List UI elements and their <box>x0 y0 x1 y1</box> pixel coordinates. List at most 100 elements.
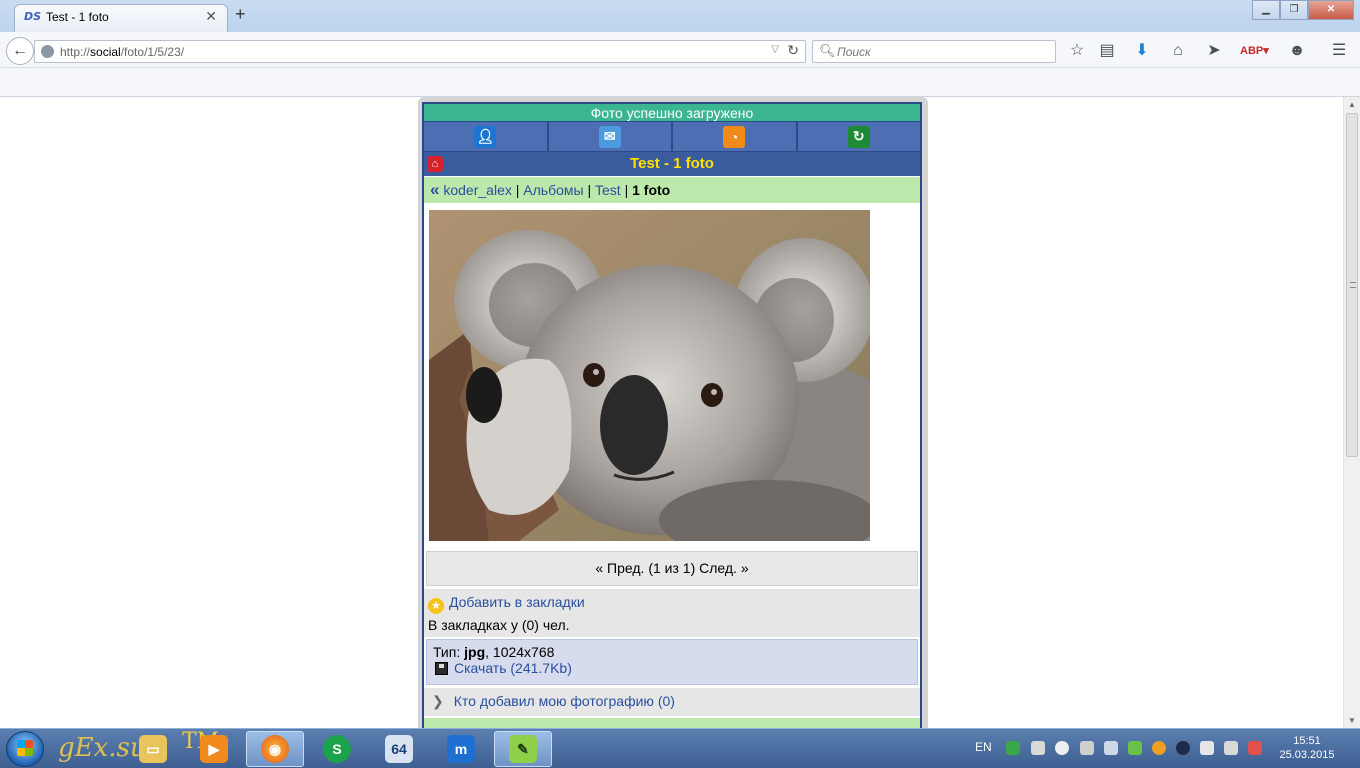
send-icon[interactable]: ➤ <box>1204 41 1224 61</box>
file-type: jpg <box>464 644 486 660</box>
nav-icon-row: 👤︎ ✉ ◔ ↻ <box>424 121 920 152</box>
next-section-strip <box>424 718 920 728</box>
breadcrumb-separator: | <box>587 182 592 198</box>
breadcrumb-current: 1 foto <box>632 182 671 198</box>
bookmarks-block: ★ Добавить в закладки В закладках у (0) ч… <box>424 589 920 637</box>
bookmarks-menu-icon[interactable]: ▤ <box>1097 41 1117 61</box>
prev-link[interactable]: « Пред. <box>595 560 644 576</box>
nav-feed-button[interactable]: ◔ <box>673 122 796 151</box>
input-language[interactable]: EN <box>975 740 992 754</box>
page-title: Test - 1 foto <box>630 155 714 172</box>
tab-close-icon[interactable]: ✕ <box>205 8 217 25</box>
who-added-row[interactable]: ❯ Кто добавил мою фотографию (0) <box>424 688 920 716</box>
system-clock[interactable]: 15:51 25.03.2015 <box>1276 734 1338 762</box>
koala-photo[interactable] <box>429 210 870 541</box>
chevron-right-icon: ❯ <box>432 693 444 709</box>
nav-mail-button[interactable]: ✉ <box>548 122 671 151</box>
add-bookmark-link[interactable]: Добавить в закладки <box>449 594 585 610</box>
scroll-up-icon[interactable]: ▲ <box>1348 100 1356 109</box>
taskbar-app-64[interactable]: 64 <box>370 731 428 767</box>
navigation-toolbar: ← http://social/foto/1/5/23/ ▽ ↻ 🔍︎ Поис… <box>0 32 1360 68</box>
who-added-link[interactable]: Кто добавил мою фотографию (0) <box>454 693 675 709</box>
search-input[interactable]: 🔍︎ Поиск <box>812 40 1056 63</box>
site-favicon-icon: DS <box>24 10 42 23</box>
breadcrumb-user-link[interactable]: koder_alex <box>443 182 512 198</box>
s-app-icon: S <box>323 735 351 763</box>
clock-time: 15:51 <box>1293 735 1321 747</box>
breadcrumb-separator: | <box>624 182 629 198</box>
adblock-icon[interactable]: ABP▾ <box>1240 41 1269 61</box>
back-button[interactable]: ← <box>6 37 34 65</box>
user-icon: 👤︎ <box>474 125 497 148</box>
tray-usb-icon[interactable] <box>1104 741 1118 755</box>
taskbar-app-notepad[interactable]: ✎ <box>494 731 552 767</box>
nav-refresh-button[interactable]: ↻ <box>797 122 920 151</box>
tray-monitor-icon[interactable] <box>1224 741 1238 755</box>
search-icon: 🔍︎ <box>819 43 836 58</box>
next-link[interactable]: След. » <box>699 560 749 576</box>
back-arrows-icon[interactable]: « <box>430 180 439 199</box>
star-icon: ★ <box>428 598 444 614</box>
new-tab-button[interactable]: + <box>235 4 246 25</box>
close-window-button[interactable]: ✕ <box>1308 0 1354 20</box>
scrollbar-thumb[interactable] <box>1346 113 1358 457</box>
browser-tab[interactable]: DS Test - 1 foto ✕ <box>14 4 228 32</box>
firefox-icon: ◉ <box>261 735 289 763</box>
taskbar-app-maxthon[interactable]: m <box>432 731 490 767</box>
maximize-button[interactable]: ❐ <box>1280 0 1308 20</box>
reload-icon[interactable]: ↻ <box>787 42 799 59</box>
download-link[interactable]: Скачать (241.7Kb) <box>454 660 572 676</box>
taskbar-app-media[interactable]: ▶ <box>185 731 243 767</box>
rss-icon: ◔ <box>723 125 746 148</box>
taskbar-app-firefox[interactable]: ◉ <box>246 731 304 767</box>
mail-icon: ✉ <box>598 125 621 148</box>
tray-update-icon[interactable] <box>1152 741 1166 755</box>
bookmarks-count: В закладках у (0) чел. <box>428 617 570 633</box>
tray-sync-icon[interactable] <box>1006 741 1020 755</box>
vertical-scrollbar[interactable]: ▲ ▼ <box>1343 97 1360 728</box>
file-type-line: Тип: jpg, 1024x768 <box>433 644 911 660</box>
windows-logo-icon <box>17 740 33 756</box>
file-dimensions: , 1024x768 <box>485 644 555 660</box>
file-info-block: Тип: jpg, 1024x768 Скачать (241.7Kb) <box>426 639 918 685</box>
download-icon[interactable]: ⬇ <box>1132 41 1152 61</box>
refresh-icon: ↻ <box>847 125 870 148</box>
page-viewport: Фото успешно загружено 👤︎ ✉ ◔ ↻ ⌂ Test -… <box>0 97 1343 728</box>
windows-taskbar: gEx.su TM ▭ ▶ ◉ S 64 m ✎ EN 15:51 25.03.… <box>0 728 1360 768</box>
tray-network-tools-icon[interactable] <box>1080 741 1094 755</box>
page-container: Фото успешно загружено 👤︎ ✉ ◔ ↻ ⌂ Test -… <box>422 102 922 728</box>
home-icon[interactable]: ⌂ <box>427 156 443 172</box>
window-controls: ▁ ❐ ✕ <box>1252 0 1354 20</box>
taskbar-app-s[interactable]: S <box>308 731 366 767</box>
breadcrumb-album-link[interactable]: Test <box>595 182 621 198</box>
maxthon-icon: m <box>447 735 475 763</box>
chat-icon[interactable]: ☻ <box>1287 41 1307 61</box>
file-type-label: Тип: <box>433 644 461 660</box>
taskbar-app-explorer[interactable]: ▭ <box>124 731 182 767</box>
breadcrumb: « koder_alex | Альбомы | Test | 1 foto <box>424 177 920 203</box>
download-line: Скачать (241.7Kb) <box>433 660 911 676</box>
tray-network-icon[interactable] <box>1248 741 1262 755</box>
breadcrumb-separator: | <box>515 182 520 198</box>
content-frame: Фото успешно загружено 👤︎ ✉ ◔ ↻ ⌂ Test -… <box>418 97 928 728</box>
scroll-down-icon[interactable]: ▼ <box>1348 716 1356 725</box>
tray-wireless-icon[interactable] <box>1176 741 1190 755</box>
minimize-button[interactable]: ▁ <box>1252 0 1280 20</box>
breadcrumb-albums-link[interactable]: Альбомы <box>523 182 583 198</box>
tray-tools-icon[interactable] <box>1031 741 1045 755</box>
menu-icon[interactable]: ☰ <box>1329 41 1349 61</box>
tray-disc-icon[interactable] <box>1055 741 1069 755</box>
notepad-icon: ✎ <box>509 735 537 763</box>
search-placeholder: Поиск <box>837 45 871 59</box>
nav-profile-button[interactable]: 👤︎ <box>424 122 547 151</box>
home-icon[interactable]: ⌂ <box>1168 41 1188 61</box>
start-button[interactable] <box>6 731 44 767</box>
clock-date: 25.03.2015 <box>1279 749 1335 761</box>
64-app-icon: 64 <box>385 735 413 763</box>
url-history-dropdown-icon[interactable]: ▽ <box>771 44 779 55</box>
page-title-bar: ⌂ Test - 1 foto <box>424 152 920 176</box>
bookmark-star-icon[interactable]: ☆ <box>1067 41 1087 61</box>
tray-volume-icon[interactable] <box>1200 741 1214 755</box>
tray-nvidia-icon[interactable] <box>1128 741 1142 755</box>
url-bar[interactable]: http://social/foto/1/5/23/ ▽ ↻ <box>34 40 806 63</box>
